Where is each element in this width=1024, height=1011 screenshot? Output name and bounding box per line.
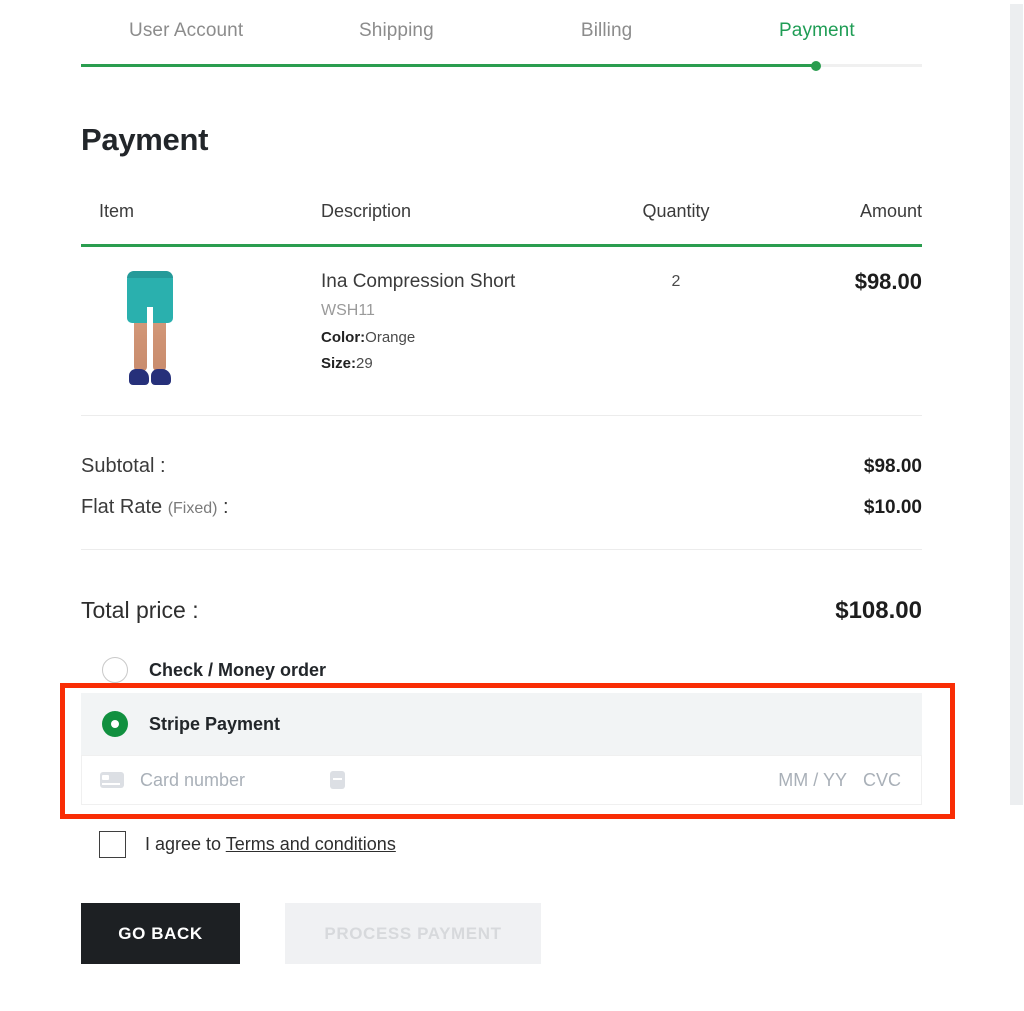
terms-text: I agree to Terms and conditions — [145, 834, 396, 855]
checkout-content: User Account Shipping Billing Payment Pa… — [81, 0, 922, 964]
payment-method-checkmo-label: Check / Money order — [149, 659, 327, 680]
table-row: Ina Compression Short WSH11 Color:Orange… — [81, 246, 922, 416]
cell-description: Ina Compression Short WSH11 Color:Orange… — [321, 246, 591, 416]
step-shipping[interactable]: Shipping — [291, 20, 501, 42]
card-brand-icon — [330, 771, 346, 789]
radio-stripe-icon[interactable] — [102, 711, 128, 737]
product-sku: WSH11 — [321, 301, 375, 319]
option-size-label: Size: — [321, 354, 357, 372]
option-color-value: Orange — [365, 328, 416, 346]
progress-track — [81, 60, 922, 71]
terms-checkbox[interactable] — [99, 831, 126, 858]
option-color-label: Color: — [321, 328, 366, 346]
order-table-head: Item Description Quantity Amount — [81, 201, 922, 246]
step-user-account[interactable]: User Account — [81, 20, 291, 42]
subtotal-value: $98.00 — [863, 456, 922, 477]
page-scrollbar-thumb[interactable] — [1010, 4, 1023, 805]
payment-methods-list: Check / Money order Stripe Payment Card … — [81, 647, 922, 805]
thumb-waistband — [127, 271, 173, 278]
total-row-subtotal: Subtotal : $98.00 — [81, 446, 922, 487]
shipping-value: $10.00 — [863, 497, 922, 518]
grand-total-value: $108.00 — [835, 597, 922, 624]
order-table-header-row: Item Description Quantity Amount — [81, 201, 922, 246]
process-payment-button[interactable]: PROCESS PAYMENT — [285, 903, 541, 964]
totals-section: Subtotal : $98.00 Flat Rate (Fixed) : $1… — [81, 446, 922, 625]
card-cvc-input[interactable]: CVC — [863, 770, 901, 791]
totals-divider — [81, 549, 922, 550]
cell-item-image — [81, 246, 321, 416]
terms-text-prefix: I agree to — [145, 834, 226, 854]
payment-method-checkmo[interactable]: Check / Money order — [81, 647, 922, 693]
shipping-label: Flat Rate (Fixed) : — [81, 496, 229, 519]
shipping-label-main: Flat Rate — [81, 496, 168, 518]
product-option-color: Color:Orange — [321, 329, 591, 346]
option-size-value: 29 — [356, 354, 373, 372]
card-number-input[interactable]: Card number — [140, 770, 245, 791]
column-header-item: Item — [99, 201, 135, 221]
radio-checkmo-icon[interactable] — [102, 657, 128, 683]
checkout-progress-steps: User Account Shipping Billing Payment — [81, 0, 922, 71]
payment-method-stripe-label: Stripe Payment — [149, 713, 281, 734]
page-title: Payment — [81, 122, 209, 157]
cell-quantity: 2 — [671, 273, 681, 290]
total-row-grand: Total price : $108.00 — [81, 597, 922, 625]
order-summary-table: Item Description Quantity Amount Ina Com… — [81, 201, 922, 416]
order-table-body: Ina Compression Short WSH11 Color:Orange… — [81, 246, 922, 416]
step-payment[interactable]: Payment — [712, 20, 922, 42]
product-option-size: Size:29 — [321, 355, 591, 372]
total-row-shipping: Flat Rate (Fixed) : $10.00 — [81, 487, 922, 528]
thumb-shorts — [127, 271, 173, 323]
product-name: Ina Compression Short — [321, 271, 516, 292]
thumb-shoe-left — [129, 369, 149, 385]
terms-agreement-row: I agree to Terms and conditions — [81, 831, 922, 858]
checkout-step-labels: User Account Shipping Billing Payment — [81, 0, 922, 62]
column-header-amount: Amount — [859, 201, 922, 221]
stripe-card-field[interactable]: Card number MM / YY CVC — [81, 755, 922, 805]
cell-amount: $98.00 — [854, 269, 922, 294]
column-header-quantity: Quantity — [642, 201, 710, 221]
subtotal-label: Subtotal : — [81, 455, 166, 477]
shipping-label-suffix: : — [217, 496, 229, 518]
progress-track-fill — [81, 64, 817, 67]
payment-method-stripe[interactable]: Stripe Payment — [81, 693, 922, 755]
grand-total-label: Total price : — [81, 597, 199, 623]
page-scrollbar[interactable] — [1008, 0, 1024, 1011]
go-back-button[interactable]: GO BACK — [81, 903, 240, 964]
progress-knob — [811, 60, 821, 71]
thumb-shoe-right — [151, 369, 171, 385]
action-buttons: GO BACK PROCESS PAYMENT — [81, 903, 922, 964]
credit-card-icon — [100, 772, 124, 788]
card-expiry-input[interactable]: MM / YY — [778, 770, 847, 791]
checkout-page: User Account Shipping Billing Payment Pa… — [0, 0, 1003, 1011]
product-thumbnail-icon — [121, 269, 179, 387]
shipping-label-sub: (Fixed) — [167, 500, 218, 517]
step-billing[interactable]: Billing — [502, 20, 712, 42]
terms-and-conditions-link[interactable]: Terms and conditions — [226, 834, 396, 854]
column-header-description: Description — [321, 201, 412, 221]
